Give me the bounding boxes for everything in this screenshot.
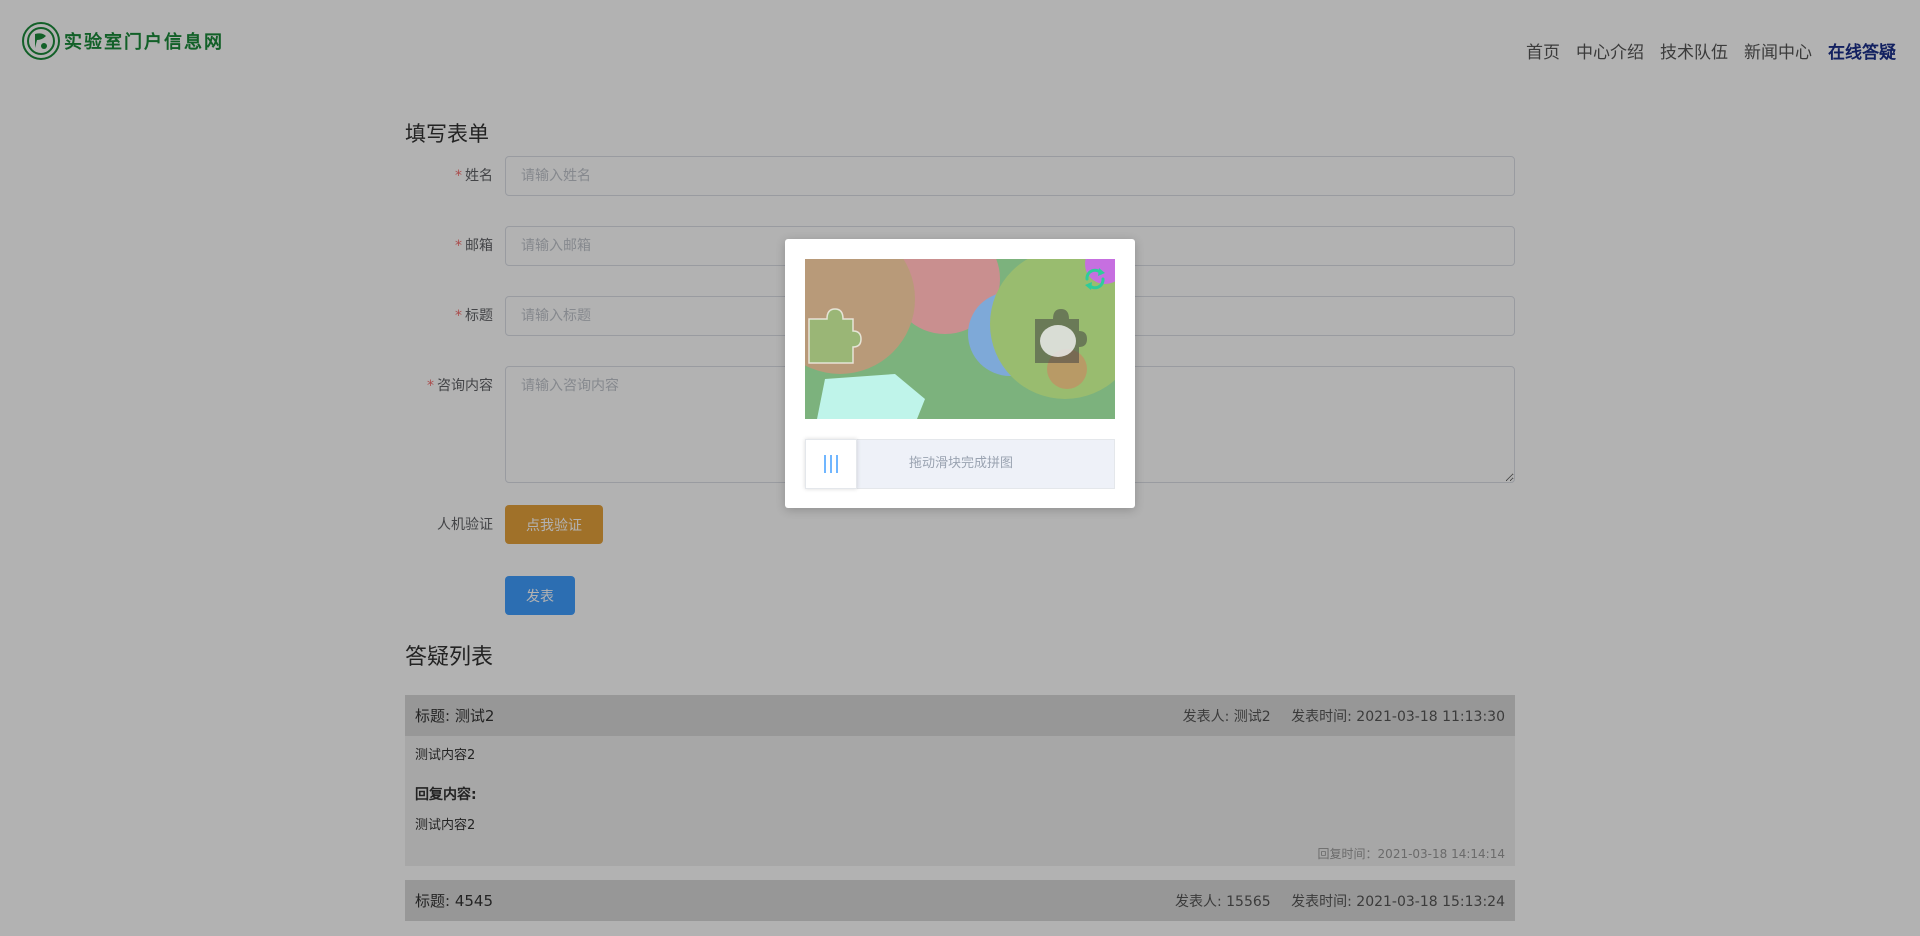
captcha-slider-track[interactable]: 拖动滑块完成拼图 [805, 439, 1115, 489]
refresh-icon[interactable] [1081, 265, 1109, 293]
grip-lines-icon [824, 455, 838, 473]
captcha-background-image [805, 259, 1115, 419]
captcha-modal: 拖动滑块完成拼图 [785, 239, 1135, 508]
captcha-puzzle-image [805, 259, 1115, 419]
slider-handle[interactable] [805, 439, 857, 489]
